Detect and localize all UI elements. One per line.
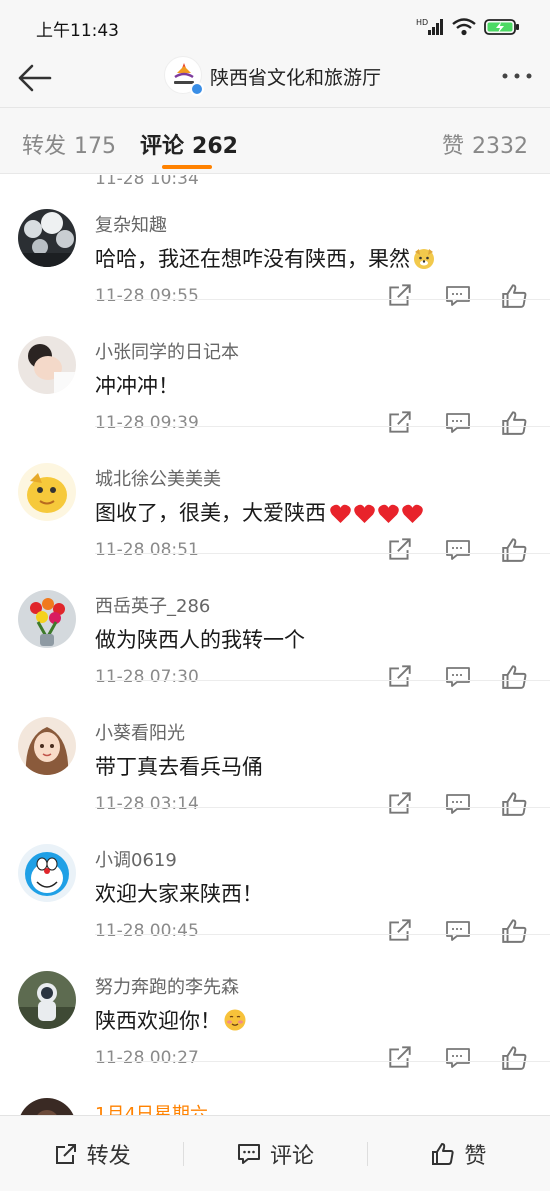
comment-item[interactable]: 小葵看阳光 带丁真去看兵马俑 11-28 03:14 [0,681,550,816]
doraemon-avatar [18,844,76,902]
shy-face-emoji-icon [224,1009,246,1031]
back-arrow-icon[interactable] [14,58,54,98]
comment-username[interactable]: 小张同学的日记本 [95,338,239,364]
thumbs-up-icon [432,1142,454,1165]
comment-emoji [328,503,424,529]
comment-text-content: 欢迎大家来陕西！ [95,882,263,906]
svg-text:HD: HD [416,18,428,27]
comment-text: 欢迎大家来陕西！ [95,878,263,908]
tab-comment[interactable]: 评论 262 [140,128,238,160]
comment-item[interactable]: 1月4日星期六 [0,1062,550,1115]
account-name[interactable]: 陕西省文化和旅游厅 [210,63,381,90]
comment-username[interactable]: 复杂知趣 [95,211,167,237]
tab-comment-count: 262 [192,134,238,159]
repost-label: 转发 [86,1143,131,1169]
comment-text-content: 带丁真去看兵马俑 [95,755,263,779]
share-icon [55,1143,76,1164]
like-button[interactable]: 赞 [366,1116,550,1191]
like-label: 赞 [464,1143,487,1169]
comment-text: 带丁真去看兵马俑 [95,751,263,781]
red-heart-icon [330,504,351,524]
anime-girl-avatar [18,717,76,775]
wifi-icon [452,18,476,36]
comment-text: 陕西欢迎你！ [95,1005,247,1037]
verified-badge [190,82,204,96]
comment-label: 评论 [269,1143,314,1169]
comment-emoji [223,1008,247,1037]
comment-text-content: 陕西欢迎你！ [95,1009,221,1033]
account-logo[interactable] [164,56,204,96]
tab-like[interactable]: 赞 2332 [442,128,528,160]
user-avatar[interactable] [18,463,76,521]
comment-item[interactable]: 小调0619 欢迎大家来陕西！ 11-28 00:45 [0,808,550,943]
comment-icon [237,1143,260,1164]
yellow-cartoon-avatar [18,463,76,521]
user-avatar[interactable] [18,209,76,267]
astronaut-avatar [18,971,76,1029]
bottom-action-bar: 转发 评论 赞 [0,1115,550,1191]
user-avatar[interactable] [18,844,76,902]
comment-item[interactable]: 城北徐公美美美 图收了，很美，大爱陕西 11-28 08:51 [0,427,550,562]
status-time: 上午11:43 [36,21,119,41]
status-bar: 上午11:43 HD [0,0,550,52]
comment-text: 冲冲冲！ [95,370,179,400]
tab-repost-label: 转发 [22,134,67,159]
comment-item[interactable]: 西岳英子_286 做为陕西人的我转一个 11-28 07:30 [0,554,550,689]
hd-signal-icon: HD [416,18,443,35]
comment-button[interactable]: 评论 [183,1116,366,1191]
red-heart-icon [378,504,399,524]
tab-comment-label: 评论 [140,134,185,159]
more-options-icon[interactable] [500,70,534,82]
tulip-bouquet-avatar [18,590,76,648]
battery-icon [484,19,519,35]
comment-list[interactable]: 11-28 10:34 复杂知趣 哈哈，我还在想咋没有陕西，果然 11-28 09:… [0,175,550,1115]
repost-button[interactable]: 转发 [0,1116,183,1191]
comment-text-content: 冲冲冲！ [95,374,179,398]
user-avatar[interactable] [18,1098,76,1115]
tabs: 转发 175 评论 262 赞 2332 [0,108,550,174]
comment-username[interactable]: 城北徐公美美美 [95,465,221,491]
user-avatar[interactable] [18,971,76,1029]
red-heart-icon [354,504,375,524]
comment-item[interactable]: 复杂知趣 哈哈，我还在想咋没有陕西，果然 11-28 09:55 [0,175,550,308]
comment-username[interactable]: 小葵看阳光 [95,719,185,745]
status-icons: HD [416,14,520,40]
tab-like-count: 2332 [472,134,528,159]
user-avatar[interactable] [18,717,76,775]
tab-repost-count: 175 [74,134,117,159]
comment-username[interactable]: 1月4日星期六 [95,1100,208,1115]
comment-item[interactable]: 小张同学的日记本 冲冲冲！ 11-28 09:39 [0,300,550,435]
dark-photo-avatar [18,1098,76,1115]
red-heart-icon [402,504,423,524]
user-avatar[interactable] [18,590,76,648]
tab-like-label: 赞 [441,134,464,159]
comment-text-content: 做为陕西人的我转一个 [95,628,305,652]
comment-text-content: 图收了，很美，大爱陕西 [95,501,326,525]
comment-item[interactable]: 努力奔跑的李先森 陕西欢迎你！ 11-28 00:27 [0,935,550,1070]
comment-text-content: 哈哈，我还在想咋没有陕西，果然 [95,247,410,271]
girl-photo-avatar [18,336,76,394]
comment-username[interactable]: 努力奔跑的李先森 [95,973,239,999]
comment-emoji [412,246,436,275]
snowy-forest-avatar [18,209,76,267]
active-tab-indicator [162,165,212,169]
comment-text: 哈哈，我还在想咋没有陕西，果然 [95,243,436,275]
comment-username[interactable]: 西岳英子_286 [95,592,210,618]
doge-emoji-icon [414,249,434,269]
user-avatar[interactable] [18,336,76,394]
tab-repost[interactable]: 转发 175 [22,128,116,160]
comment-text: 图收了，很美，大爱陕西 [95,497,424,529]
comment-username[interactable]: 小调0619 [95,846,177,872]
comment-text: 做为陕西人的我转一个 [95,624,305,654]
nav-bar: 陕西省文化和旅游厅 [0,52,550,108]
